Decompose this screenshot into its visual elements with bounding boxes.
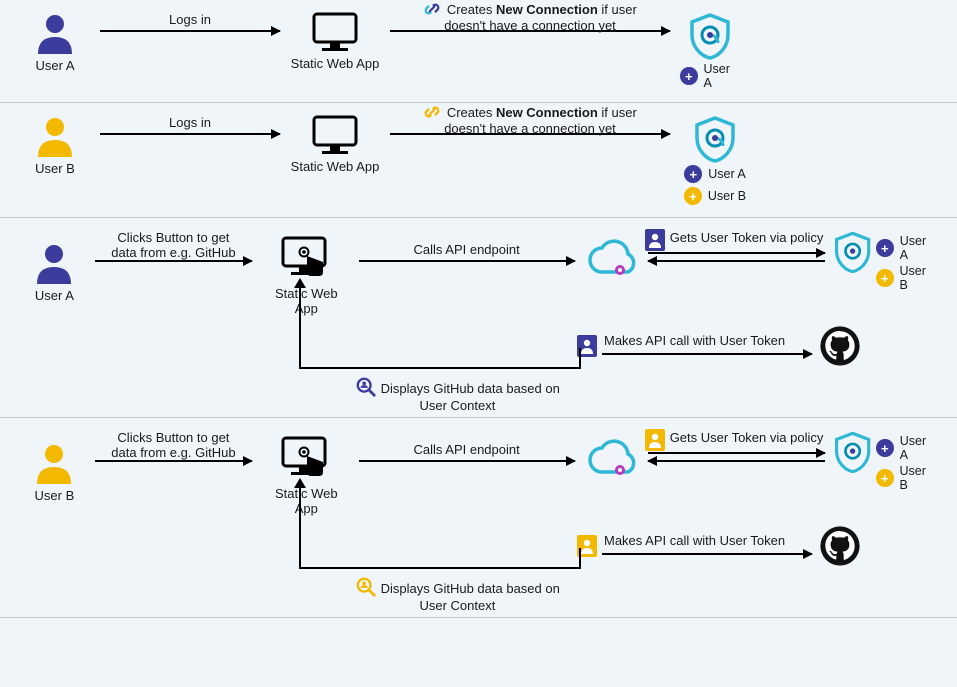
apim-shield-node: + User A [680, 12, 740, 92]
shield-icon [688, 12, 732, 60]
return-path-arrow [280, 478, 640, 588]
arrow-gets-token: Gets User Token via policy [648, 452, 825, 462]
link-icon [423, 103, 441, 121]
arrow-new-connection: Creates New Connection if user doesn't h… [390, 30, 670, 32]
user-a-label: User A [35, 58, 74, 73]
plus-icon: + [876, 469, 894, 487]
user-a-node: User A [20, 242, 89, 303]
plus-icon: + [876, 269, 894, 287]
swa-label: Static Web App [291, 56, 380, 71]
static-web-app-node: Static Web App [290, 12, 380, 71]
github-icon [820, 326, 860, 366]
profile-doc-icon [644, 428, 666, 452]
user-a-pill: + User A [680, 62, 740, 90]
plus-icon: + [680, 67, 698, 85]
user-a-pill: +User A [876, 234, 937, 262]
person-icon [34, 242, 74, 284]
github-icon [820, 526, 860, 566]
return-path-arrow [280, 278, 640, 388]
shield-icon [833, 230, 872, 274]
arrow-click-button: Clicks Button to get data from e.g. GitH… [95, 260, 252, 262]
panel-2-user-b-login: User B Logs in Static Web App Creates Ne… [0, 103, 957, 218]
person-icon [35, 115, 75, 157]
plus-icon: + [876, 439, 894, 457]
apim-cloud-node [583, 236, 642, 282]
apim-shield-node: +User A +User B [833, 430, 937, 494]
apim-shield-node: +User A +User B [833, 230, 937, 294]
arrow-calls-api: Calls API endpoint [359, 460, 575, 462]
logs-in-label: Logs in [169, 12, 211, 27]
person-icon [35, 12, 75, 54]
user-a-node: User A [20, 12, 90, 73]
arrow-login: Logs in [100, 133, 280, 135]
displays-github-caption: Displays GitHub data based on User Conte… [355, 576, 560, 613]
plus-icon: + [684, 187, 702, 205]
arrow-login: Logs in [100, 30, 280, 32]
monitor-icon [312, 12, 358, 52]
user-b-pill: +User B [684, 187, 746, 205]
user-b-node: User B [20, 115, 90, 176]
user-b-pill: +User B [876, 464, 937, 492]
monitor-touch-icon [281, 436, 331, 482]
user-b-pill: +User B [876, 264, 937, 292]
monitor-touch-icon [281, 236, 331, 282]
shield-icon [833, 430, 872, 474]
cloud-icon [584, 436, 640, 482]
arrow-gets-token: Gets User Token via policy [648, 252, 825, 262]
user-b-node: User B [20, 442, 89, 503]
magnify-person-icon [355, 376, 377, 398]
static-web-app-node: Static Web App [290, 115, 380, 174]
arrow-click-button: Clicks Button to get data from e.g. GitH… [95, 460, 252, 462]
plus-icon: + [684, 165, 702, 183]
new-connection-caption: Creates New Connection if user doesn't h… [400, 0, 660, 33]
arrow-calls-api: Calls API endpoint [359, 260, 575, 262]
shield-icon [693, 115, 737, 163]
monitor-icon [312, 115, 358, 155]
user-b-label: User B [35, 161, 75, 176]
panel-1-user-a-login: User A Logs in Static Web App [0, 0, 957, 103]
apim-shield-node: +User A +User B [680, 115, 750, 207]
magnify-person-icon [355, 576, 377, 598]
plus-icon: + [876, 239, 894, 257]
cloud-icon [584, 236, 640, 282]
user-a-pill: +User A [876, 434, 937, 462]
link-icon [423, 0, 441, 18]
user-a-pill: +User A [684, 165, 746, 183]
panel-3-user-a-fetch: User A Clicks Button to get data from e.… [0, 218, 957, 418]
displays-github-caption: Displays GitHub data based on User Conte… [355, 376, 560, 413]
profile-doc-icon [644, 228, 666, 252]
person-icon [34, 442, 74, 484]
panel-4-user-b-fetch: User B Clicks Button to get data from e.… [0, 418, 957, 618]
apim-cloud-node [583, 436, 642, 482]
arrow-new-connection: Creates New Connection if user doesn't h… [390, 133, 670, 135]
